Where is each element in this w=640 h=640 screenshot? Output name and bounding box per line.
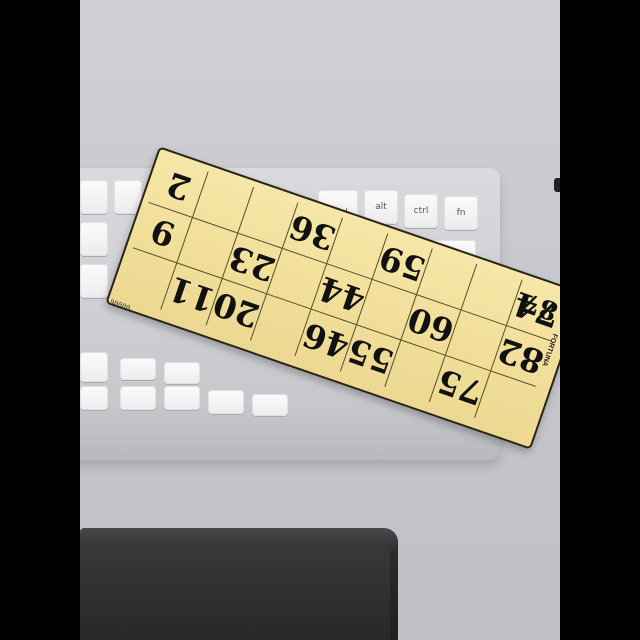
laptop-edge: [80, 528, 398, 640]
bingo-number: 2: [161, 164, 196, 209]
key: [80, 180, 108, 214]
key-fn: fn: [444, 196, 478, 230]
key: [80, 222, 108, 256]
key-ctrl: ctrl: [404, 194, 438, 228]
cable-object: [554, 178, 560, 192]
bingo-number: 9: [145, 210, 180, 255]
key: [120, 386, 156, 410]
key: [120, 358, 156, 380]
key-label: fn: [456, 208, 466, 218]
desk-photo: ⌘ cmd alt ctrl fn ⇧ 23659749234460821120…: [80, 0, 560, 640]
key: [164, 362, 200, 384]
key: [252, 394, 288, 416]
key: [80, 264, 108, 298]
key: [80, 352, 108, 382]
bingo-number: 82: [492, 330, 550, 382]
key-label: ctrl: [413, 206, 429, 216]
photo-frame: ⌘ cmd alt ctrl fn ⇧ 23659749234460821120…: [0, 0, 640, 640]
laptop-surface: [80, 542, 390, 640]
key: [164, 386, 200, 410]
key-label: alt: [375, 202, 387, 212]
key: [208, 390, 244, 414]
key: [80, 386, 108, 410]
